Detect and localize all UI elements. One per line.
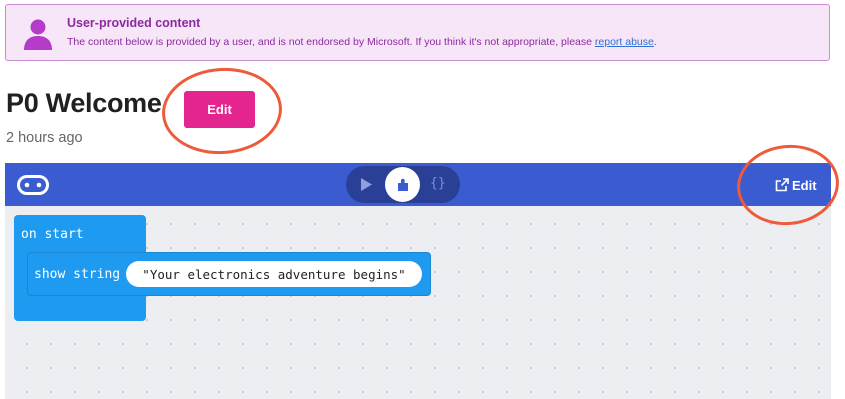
microbit-icon[interactable] — [17, 175, 49, 195]
on-start-block-mouth — [14, 254, 28, 297]
on-start-label: on start — [21, 227, 84, 242]
page-title: P0 Welcome — [6, 88, 162, 118]
user-content-notice: User-provided content The content below … — [5, 4, 830, 61]
string-value-input[interactable]: "Your electronics adventure begins" — [126, 261, 422, 287]
open-editor-label: Edit — [792, 177, 817, 193]
open-editor-button[interactable]: Edit — [775, 176, 817, 194]
edit-button[interactable]: Edit — [184, 91, 255, 128]
user-icon — [24, 19, 52, 50]
blocks-view-button[interactable] — [385, 167, 420, 202]
external-link-icon — [775, 178, 789, 192]
show-string-label: show string — [34, 267, 121, 282]
javascript-view-button[interactable]: {} — [430, 176, 446, 191]
puzzle-icon — [397, 178, 408, 191]
editor-toolbar: {} Edit — [5, 163, 831, 206]
play-icon[interactable] — [360, 178, 372, 191]
notice-text: The content below is provided by a user,… — [67, 36, 595, 48]
editor-mode-toggle: {} — [346, 166, 460, 203]
notice-end: . — [653, 36, 657, 48]
notice-body: The content below is provided by a user,… — [67, 36, 657, 48]
report-abuse-link[interactable]: report abuse — [595, 36, 654, 48]
timestamp: 2 hours ago — [6, 130, 83, 146]
notice-title: User-provided content — [67, 16, 201, 30]
editor-embed: {} Edit on start show string "Your elect… — [5, 163, 831, 399]
